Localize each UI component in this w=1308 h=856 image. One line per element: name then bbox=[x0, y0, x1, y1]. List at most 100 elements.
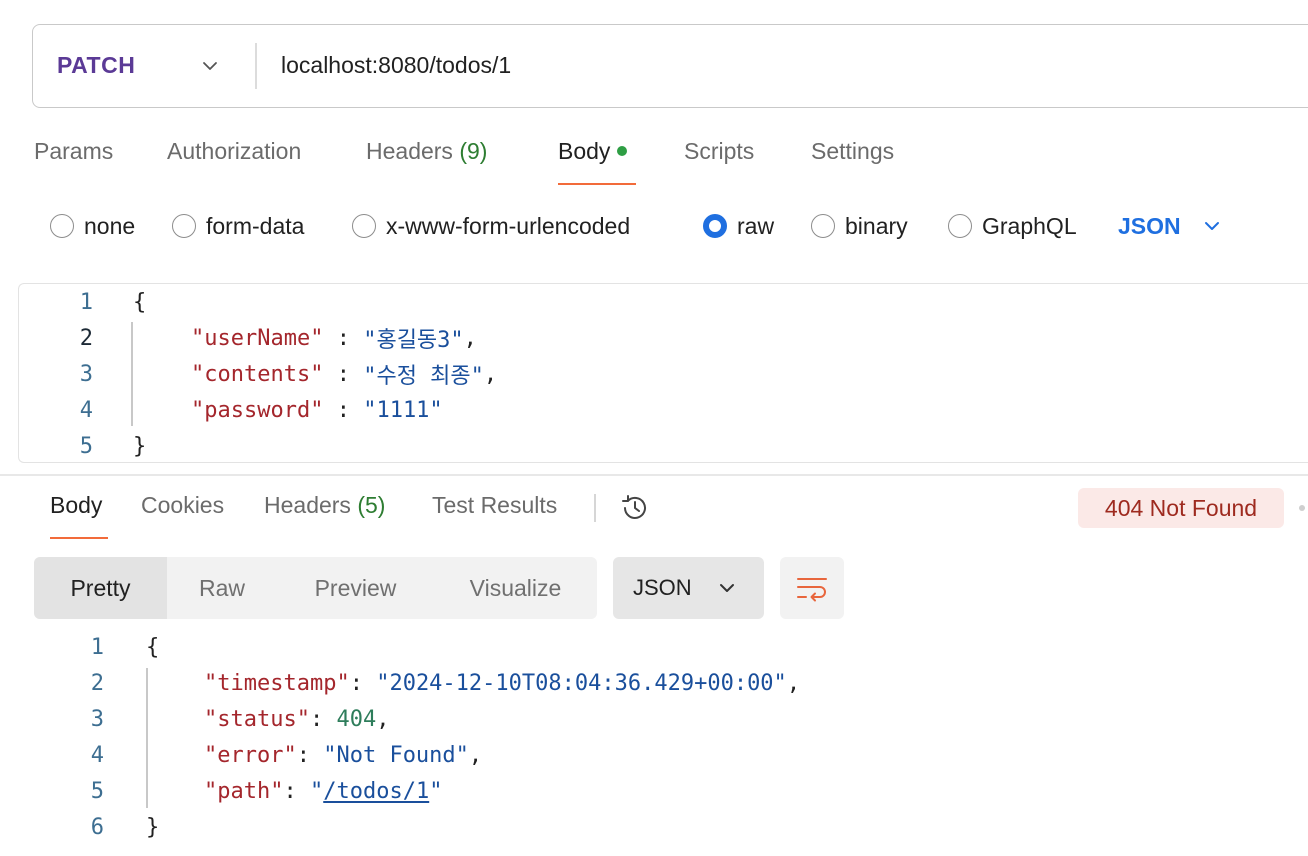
code-line: 1 { bbox=[30, 629, 160, 665]
line-number: 4 bbox=[90, 742, 104, 768]
line-number: 4 bbox=[79, 397, 93, 423]
json-comma: , bbox=[376, 706, 390, 732]
view-mode-pretty[interactable]: Pretty bbox=[34, 557, 167, 619]
radio-none[interactable]: none bbox=[50, 208, 135, 244]
path-link[interactable]: /todos/1 bbox=[323, 779, 429, 804]
radio-circle-icon bbox=[948, 214, 972, 238]
tab-settings[interactable]: Settings bbox=[811, 138, 894, 184]
status-badge[interactable]: 404 Not Found bbox=[1078, 488, 1284, 528]
json-comma: , bbox=[468, 742, 483, 768]
close-brace: } bbox=[146, 814, 160, 840]
tab-params[interactable]: Params bbox=[34, 138, 113, 184]
json-string: "수정 최종" bbox=[363, 364, 484, 389]
radio-binary[interactable]: binary bbox=[811, 208, 908, 244]
code-line: 3 "status": 404, bbox=[30, 701, 390, 737]
json-colon: : bbox=[349, 670, 377, 696]
json-string: "1111" bbox=[363, 397, 443, 423]
line-number: 5 bbox=[90, 778, 104, 804]
method-url-divider bbox=[255, 43, 257, 89]
json-key: "contents" bbox=[191, 361, 324, 387]
json-string: "Not Found" bbox=[323, 742, 469, 768]
wrap-lines-button[interactable] bbox=[780, 557, 844, 619]
json-comma: , bbox=[463, 325, 477, 351]
view-mode-visualize[interactable]: Visualize bbox=[434, 557, 597, 619]
tab-label: Scripts bbox=[684, 138, 755, 164]
json-key: "userName" bbox=[191, 325, 324, 351]
json-comma: , bbox=[786, 670, 801, 696]
tab-body[interactable]: Body bbox=[558, 138, 628, 184]
json-string: "2024-12-10T08:04:36.429+00:00" bbox=[376, 670, 787, 696]
view-mode-selector: Pretty Raw Preview Visualize bbox=[34, 557, 597, 619]
radio-urlencoded[interactable]: x-www-form-urlencoded bbox=[352, 208, 630, 244]
format-label: JSON bbox=[633, 575, 692, 600]
tab-label: Settings bbox=[811, 138, 895, 164]
radio-raw[interactable]: raw bbox=[703, 208, 774, 244]
json-key: "error" bbox=[204, 742, 297, 768]
radio-circle-icon bbox=[352, 214, 376, 238]
code-line: 4 "error": "Not Found", bbox=[30, 737, 482, 773]
method-select[interactable]: PATCH bbox=[33, 25, 255, 106]
response-tab-cookies[interactable]: Cookies bbox=[141, 492, 224, 524]
line-number: 1 bbox=[90, 634, 104, 660]
json-number: 404 bbox=[336, 706, 377, 732]
json-comma: , bbox=[483, 361, 498, 387]
language-select[interactable]: JSON bbox=[1118, 208, 1221, 244]
response-tab-body[interactable]: Body bbox=[50, 492, 102, 524]
json-string-quote: " bbox=[429, 778, 443, 804]
headers-count: (5) bbox=[357, 492, 386, 518]
code-line: 6 } bbox=[30, 809, 160, 845]
tab-headers[interactable]: Headers (9) bbox=[366, 138, 487, 184]
tab-label: Body bbox=[558, 138, 611, 164]
tab-label: Headers bbox=[264, 492, 351, 518]
radio-form-data[interactable]: form-data bbox=[172, 208, 304, 244]
line-number: 1 bbox=[79, 289, 93, 315]
section-divider bbox=[0, 474, 1308, 476]
history-icon[interactable] bbox=[618, 491, 652, 525]
radio-graphql[interactable]: GraphQL bbox=[948, 208, 1077, 244]
json-colon: : bbox=[323, 325, 364, 351]
radio-checked-icon bbox=[703, 214, 727, 238]
code-line: 2 "userName" : "홍길동3", bbox=[19, 320, 477, 356]
json-key: "status" bbox=[204, 706, 310, 732]
method-label: PATCH bbox=[57, 52, 136, 78]
chevron-down-icon bbox=[1204, 222, 1219, 230]
radio-label: form-data bbox=[206, 212, 305, 239]
close-brace: } bbox=[133, 433, 147, 459]
url-input[interactable]: localhost:8080/todos/1 bbox=[281, 25, 511, 106]
radio-label: GraphQL bbox=[982, 212, 1077, 239]
response-tab-test-results[interactable]: Test Results bbox=[432, 492, 557, 524]
more-dot-icon bbox=[1299, 505, 1305, 511]
active-tab-indicator bbox=[558, 183, 636, 185]
tab-authorization[interactable]: Authorization bbox=[167, 138, 301, 184]
view-mode-preview[interactable]: Preview bbox=[277, 557, 434, 619]
tab-scripts[interactable]: Scripts bbox=[684, 138, 754, 184]
chevron-down-icon bbox=[203, 62, 217, 70]
radio-label: binary bbox=[845, 212, 908, 239]
radio-label: raw bbox=[737, 212, 775, 239]
json-string-quote: " bbox=[309, 778, 324, 804]
request-body-editor[interactable]: 1 { 2 "userName" : "홍길동3", 3 "contents" … bbox=[18, 283, 1308, 463]
line-number: 2 bbox=[79, 325, 93, 351]
active-tab-indicator bbox=[50, 537, 108, 539]
response-tab-headers[interactable]: Headers (5) bbox=[264, 492, 385, 524]
line-number: 5 bbox=[79, 433, 93, 459]
request-bar: PATCH localhost:8080/todos/1 bbox=[32, 24, 1308, 108]
code-line: 3 "contents" : "수정 최종", bbox=[19, 356, 497, 392]
headers-count: (9) bbox=[459, 138, 488, 164]
json-colon: : bbox=[323, 397, 364, 423]
json-key: "path" bbox=[204, 778, 284, 804]
code-line: 2 "timestamp": "2024-12-10T08:04:36.429+… bbox=[30, 665, 800, 701]
code-line: 5 } bbox=[19, 428, 147, 464]
view-mode-raw[interactable]: Raw bbox=[167, 557, 277, 619]
radio-label: none bbox=[84, 212, 136, 239]
tab-label: Authorization bbox=[167, 138, 302, 164]
response-format-select[interactable]: JSON bbox=[613, 557, 764, 619]
code-line: 1 { bbox=[19, 284, 147, 320]
radio-circle-icon bbox=[811, 214, 835, 238]
json-string: "홍길동3" bbox=[363, 328, 464, 353]
code-line: 4 "password" : "1111" bbox=[19, 392, 443, 428]
chevron-down-icon bbox=[720, 584, 734, 592]
tab-label: Params bbox=[34, 138, 114, 164]
open-brace: { bbox=[133, 289, 147, 315]
line-number: 6 bbox=[90, 814, 104, 840]
